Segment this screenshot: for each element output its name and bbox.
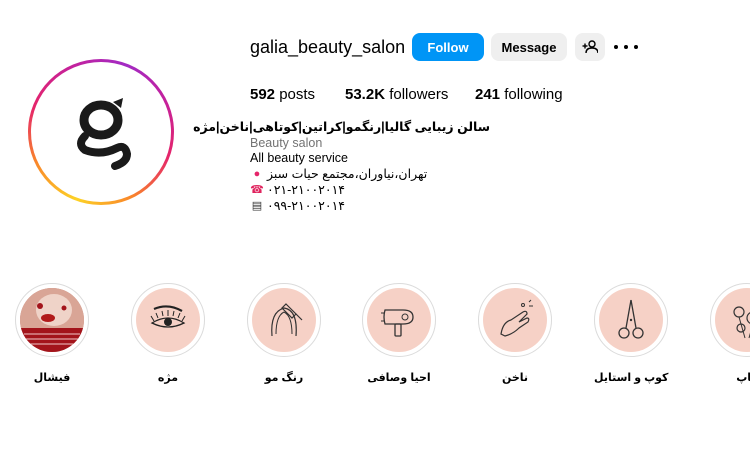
followers-link[interactable]: 53.2K followers (345, 86, 448, 103)
telephone-icon: ☎ (250, 184, 264, 196)
facial-photo-icon (20, 288, 84, 352)
nail-icon (483, 288, 547, 352)
highlight-label: رنگ مو (264, 372, 304, 384)
scissors-icon (599, 288, 663, 352)
location-pin-icon: ● (253, 167, 261, 180)
posts-count: 592 posts (250, 86, 316, 103)
bio-address: ● تهران،نیاوران،مجتمع حیات سبز (250, 166, 428, 181)
category-label: Beauty salon (250, 136, 323, 150)
highlight-label: کوپ و استایل (594, 372, 669, 384)
username: galia_beauty_salon (250, 37, 406, 57)
highlight-cap[interactable]: کاپ (710, 283, 750, 384)
highlight-label: مژه (157, 372, 179, 384)
more-options-icon[interactable] (614, 38, 638, 56)
message-button[interactable]: Message (491, 33, 567, 61)
highlight-cut-style[interactable]: کوپ و استایل (594, 283, 668, 384)
bio-mobile: ▤ ۰۹۹-۲۱۰۰۲۰۱۴ (251, 199, 346, 213)
eyelash-icon (136, 288, 200, 352)
galia-logo-icon (77, 98, 131, 170)
following-link[interactable]: 241 following (475, 86, 563, 103)
highlight-hair-treatment[interactable]: احیا وصافی (362, 283, 436, 384)
bio-name: سالن زیبایی گالیا|رنگمو|کراتین|کوتاهی|نا… (193, 120, 490, 134)
highlight-hair-color[interactable]: رنگ مو (247, 283, 321, 384)
highlight-eyelash[interactable]: مژه (131, 283, 205, 384)
bio-phone: ☎ ۰۲۱-۲۱۰۰۲۰۱۴ (250, 183, 346, 197)
flowers-icon (715, 288, 750, 352)
mobile-phone-icon: ▤ (251, 200, 263, 212)
highlight-facial[interactable]: فیشال (15, 283, 89, 384)
profile-avatar[interactable] (28, 59, 174, 205)
highlight-nails[interactable]: ناخن (478, 283, 552, 384)
follow-button[interactable]: Follow (412, 33, 484, 61)
avatar-image (31, 62, 171, 202)
suggest-users-button[interactable] (575, 33, 605, 61)
highlight-label: فیشال (33, 372, 71, 384)
highlight-label: ناخن (501, 372, 529, 384)
bio-line: All beauty service (250, 151, 348, 165)
hair-color-icon (252, 288, 316, 352)
highlight-label: احیا وصافی (367, 372, 431, 384)
add-person-icon (582, 40, 598, 54)
highlight-label: کاپ (736, 372, 750, 384)
hair-dryer-icon (367, 288, 431, 352)
